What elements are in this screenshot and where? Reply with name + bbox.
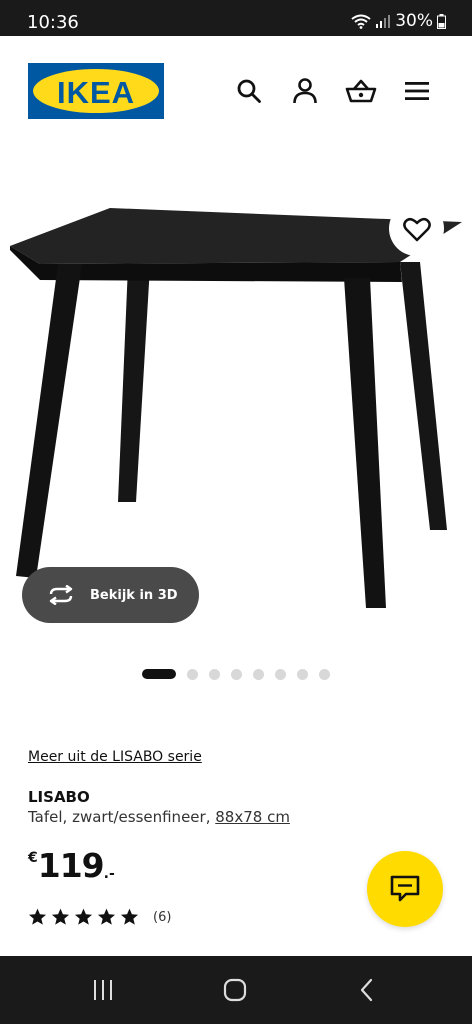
- ikea-logo[interactable]: IKEA: [28, 63, 164, 119]
- star-icon: [51, 908, 70, 925]
- recent-apps-icon: [94, 980, 112, 1000]
- carousel-dot[interactable]: [142, 669, 176, 679]
- price-currency: €: [28, 850, 38, 866]
- home-button[interactable]: [220, 976, 250, 1004]
- chat-button[interactable]: [367, 851, 443, 927]
- carousel-dot[interactable]: [187, 668, 198, 680]
- product-name: LISABO: [28, 788, 90, 806]
- product-description: Tafel, zwart/essenfineer, 88x78 cm: [28, 808, 290, 826]
- search-button[interactable]: [232, 74, 266, 108]
- battery-icon: [437, 13, 446, 29]
- back-icon: [360, 978, 373, 1002]
- heart-icon: [402, 217, 431, 241]
- product-type: Tafel, zwart/essenfineer,: [28, 808, 211, 826]
- product-dimensions-link[interactable]: 88x78 cm: [215, 808, 290, 826]
- signal-icon: [376, 15, 391, 28]
- status-bar: 10:36 30%: [0, 0, 472, 36]
- battery-percentage: 30%: [395, 11, 433, 31]
- product-rating[interactable]: (6): [28, 908, 171, 926]
- carousel-dot[interactable]: [231, 668, 242, 680]
- wifi-icon: [351, 14, 371, 29]
- carousel-dot[interactable]: [319, 668, 330, 680]
- cart-icon: [345, 79, 377, 103]
- chat-icon: [390, 875, 420, 902]
- view-3d-label: Bekijk in 3D: [90, 587, 178, 603]
- price-decimals: .-: [103, 866, 115, 882]
- carousel-dot[interactable]: [275, 668, 286, 680]
- system-nav-bar: [0, 956, 472, 1024]
- price-amount: 119: [37, 846, 105, 885]
- account-button[interactable]: [288, 74, 322, 108]
- carousel-dot[interactable]: [253, 668, 264, 680]
- star-icon: [28, 908, 47, 925]
- logo-text: IKEA: [56, 75, 136, 110]
- favourite-button[interactable]: [389, 201, 444, 256]
- star-icon: [97, 908, 116, 925]
- cart-button[interactable]: [344, 74, 378, 108]
- search-icon: [237, 79, 261, 103]
- star-icon: [120, 908, 139, 925]
- menu-button[interactable]: [400, 74, 434, 108]
- review-count: (6): [153, 909, 172, 925]
- site-header: IKEA: [0, 36, 472, 146]
- home-icon: [223, 978, 247, 1002]
- status-time: 10:36: [27, 12, 79, 33]
- carousel-dot[interactable]: [297, 668, 308, 680]
- star-icon: [74, 908, 93, 925]
- menu-icon: [405, 82, 429, 100]
- rotate-3d-icon: [49, 585, 73, 605]
- account-icon: [293, 78, 317, 104]
- status-indicators: 30%: [351, 11, 446, 31]
- carousel-dot[interactable]: [209, 668, 220, 680]
- view-3d-button[interactable]: Bekijk in 3D: [22, 567, 199, 623]
- product-price: € 119 .-: [28, 846, 115, 885]
- recent-apps-button[interactable]: [88, 976, 118, 1004]
- back-button[interactable]: [352, 976, 382, 1004]
- series-link[interactable]: Meer uit de LISABO serie: [28, 749, 202, 765]
- image-carousel-dots: [0, 668, 472, 680]
